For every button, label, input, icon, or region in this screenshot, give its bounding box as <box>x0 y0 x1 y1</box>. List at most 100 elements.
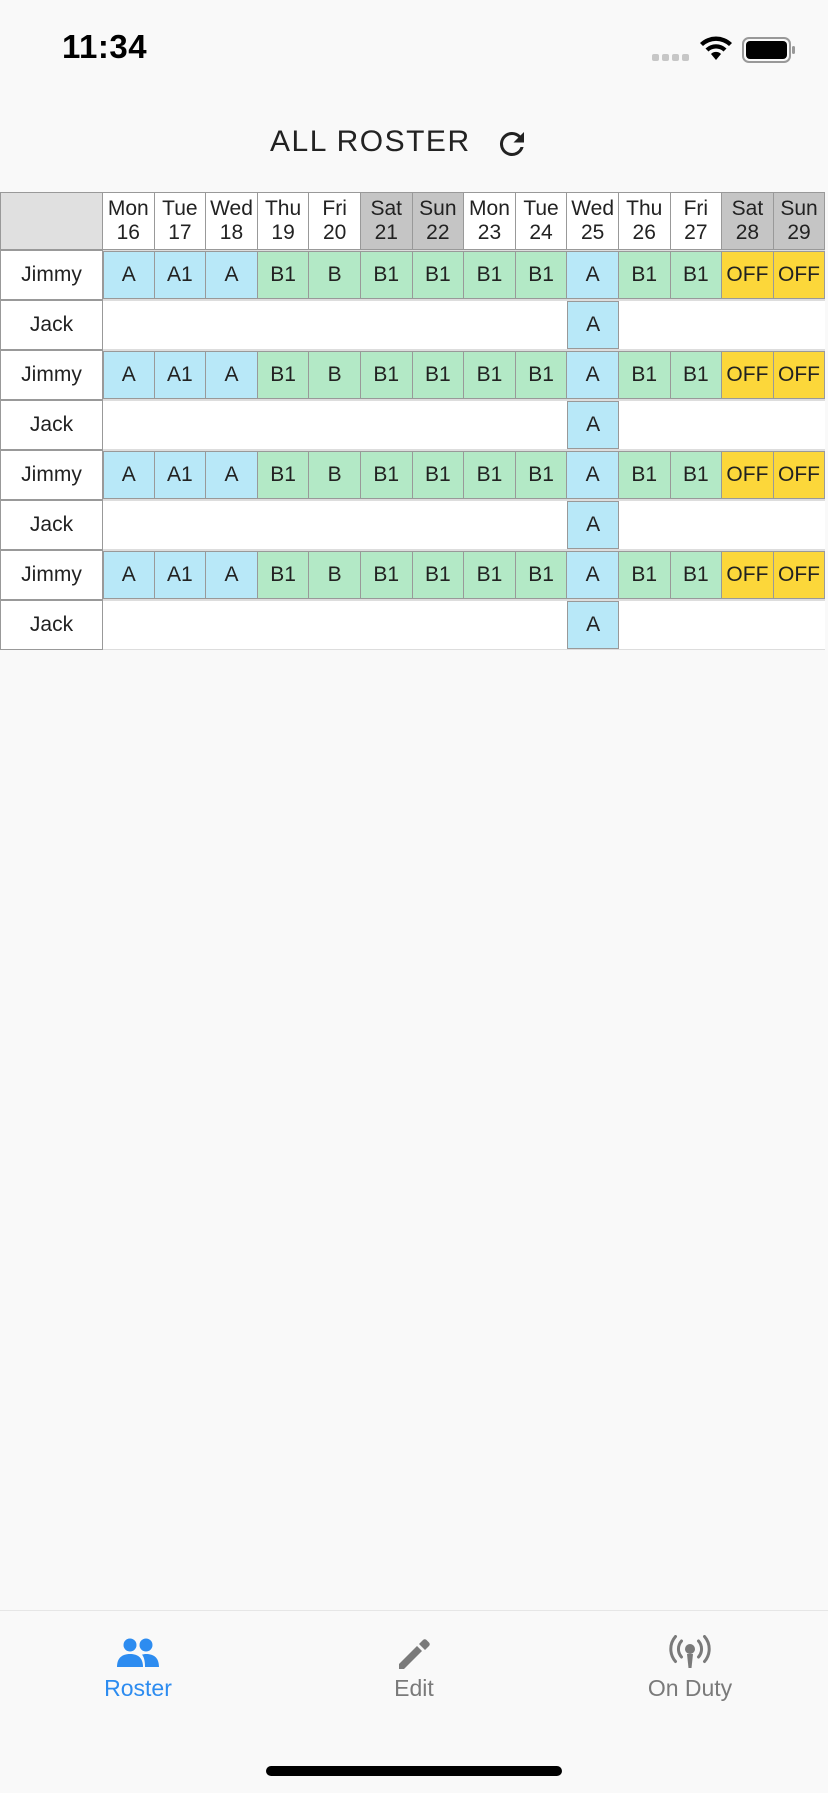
shift-cell[interactable]: B1 <box>464 451 516 499</box>
shift-cell[interactable]: A <box>206 451 258 499</box>
shift-cell[interactable]: B1 <box>670 351 723 399</box>
empty-shift-cell[interactable] <box>155 301 207 349</box>
empty-shift-cell[interactable] <box>155 501 207 549</box>
empty-shift-cell[interactable] <box>516 301 568 349</box>
refresh-icon[interactable] <box>494 126 530 162</box>
shift-cell[interactable]: B1 <box>360 451 413 499</box>
shift-cell[interactable]: B1 <box>670 551 723 599</box>
shift-cell[interactable]: B1 <box>360 551 413 599</box>
empty-shift-cell[interactable] <box>671 301 723 349</box>
shift-cell[interactable]: B1 <box>464 551 516 599</box>
empty-shift-cell[interactable] <box>361 301 413 349</box>
empty-shift-cell[interactable] <box>774 301 826 349</box>
shift-cell[interactable]: B1 <box>412 451 465 499</box>
shift-cell[interactable]: OFF <box>773 251 826 299</box>
shift-cell[interactable]: B1 <box>670 451 723 499</box>
staff-name[interactable]: Jimmy <box>0 350 103 400</box>
shift-cell[interactable]: B1 <box>257 451 310 499</box>
nav-roster[interactable]: Roster <box>0 1611 276 1721</box>
empty-shift-cell[interactable] <box>103 301 155 349</box>
empty-shift-cell[interactable] <box>361 501 413 549</box>
shift-cell[interactable]: B1 <box>618 351 671 399</box>
empty-shift-cell[interactable] <box>619 601 671 649</box>
empty-shift-cell[interactable] <box>309 301 361 349</box>
empty-shift-cell[interactable] <box>516 501 568 549</box>
empty-shift-cell[interactable] <box>671 501 723 549</box>
empty-shift-cell[interactable] <box>464 601 516 649</box>
empty-shift-cell[interactable] <box>103 601 155 649</box>
shift-cell[interactable]: B1 <box>618 251 671 299</box>
shift-cell[interactable]: A <box>103 351 155 399</box>
empty-shift-cell[interactable] <box>619 501 671 549</box>
shift-cell[interactable]: B1 <box>412 251 465 299</box>
empty-shift-cell[interactable] <box>103 401 155 449</box>
staff-name[interactable]: Jack <box>0 300 103 350</box>
empty-shift-cell[interactable] <box>258 501 310 549</box>
empty-shift-cell[interactable] <box>722 601 774 649</box>
empty-shift-cell[interactable] <box>413 501 465 549</box>
empty-shift-cell[interactable] <box>103 501 155 549</box>
shift-cell[interactable]: A1 <box>154 451 207 499</box>
shift-cell[interactable]: A <box>103 251 155 299</box>
shift-cell[interactable]: B1 <box>360 351 413 399</box>
empty-shift-cell[interactable] <box>671 401 723 449</box>
empty-shift-cell[interactable] <box>206 601 258 649</box>
staff-name[interactable]: Jack <box>0 500 103 550</box>
shift-cell[interactable]: B1 <box>464 351 516 399</box>
shift-cell[interactable]: A <box>567 601 619 649</box>
empty-shift-cell[interactable] <box>309 401 361 449</box>
empty-shift-cell[interactable] <box>671 601 723 649</box>
nav-edit[interactable]: Edit <box>276 1611 552 1721</box>
empty-shift-cell[interactable] <box>774 501 826 549</box>
shift-cell[interactable]: B1 <box>257 351 310 399</box>
empty-shift-cell[interactable] <box>464 501 516 549</box>
shift-cell[interactable]: A <box>567 301 619 349</box>
empty-shift-cell[interactable] <box>516 401 568 449</box>
empty-shift-cell[interactable] <box>774 401 826 449</box>
shift-cell[interactable]: OFF <box>722 251 774 299</box>
shift-cell[interactable]: A1 <box>154 551 207 599</box>
shift-cell[interactable]: A <box>206 251 258 299</box>
shift-cell[interactable]: B <box>309 251 361 299</box>
shift-cell[interactable]: B1 <box>412 351 465 399</box>
empty-shift-cell[interactable] <box>619 301 671 349</box>
empty-shift-cell[interactable] <box>619 401 671 449</box>
empty-shift-cell[interactable] <box>155 601 207 649</box>
staff-name[interactable]: Jimmy <box>0 250 103 300</box>
shift-cell[interactable]: B <box>309 351 361 399</box>
staff-name[interactable]: Jimmy <box>0 450 103 500</box>
shift-cell[interactable]: B1 <box>618 451 671 499</box>
shift-cell[interactable]: B1 <box>257 551 310 599</box>
shift-cell[interactable]: A <box>567 451 619 499</box>
staff-name[interactable]: Jack <box>0 600 103 650</box>
shift-cell[interactable]: OFF <box>722 551 774 599</box>
shift-cell[interactable]: B1 <box>257 251 310 299</box>
staff-name[interactable]: Jack <box>0 400 103 450</box>
empty-shift-cell[interactable] <box>722 301 774 349</box>
empty-shift-cell[interactable] <box>413 401 465 449</box>
empty-shift-cell[interactable] <box>258 401 310 449</box>
shift-cell[interactable]: A <box>567 501 619 549</box>
shift-cell[interactable]: B1 <box>360 251 413 299</box>
shift-cell[interactable]: A <box>103 551 155 599</box>
shift-cell[interactable]: B1 <box>515 351 568 399</box>
shift-cell[interactable]: B1 <box>515 451 568 499</box>
shift-cell[interactable]: B1 <box>618 551 671 599</box>
shift-cell[interactable]: OFF <box>773 351 826 399</box>
empty-shift-cell[interactable] <box>258 601 310 649</box>
empty-shift-cell[interactable] <box>413 601 465 649</box>
shift-cell[interactable]: OFF <box>722 351 774 399</box>
shift-cell[interactable]: A <box>567 351 619 399</box>
empty-shift-cell[interactable] <box>361 601 413 649</box>
empty-shift-cell[interactable] <box>309 501 361 549</box>
empty-shift-cell[interactable] <box>774 601 826 649</box>
shift-cell[interactable]: A <box>206 351 258 399</box>
empty-shift-cell[interactable] <box>464 301 516 349</box>
empty-shift-cell[interactable] <box>206 501 258 549</box>
shift-cell[interactable]: B1 <box>464 251 516 299</box>
shift-cell[interactable]: A1 <box>154 351 207 399</box>
empty-shift-cell[interactable] <box>361 401 413 449</box>
shift-cell[interactable]: B <box>309 451 361 499</box>
shift-cell[interactable]: B1 <box>670 251 723 299</box>
shift-cell[interactable]: B1 <box>515 551 568 599</box>
